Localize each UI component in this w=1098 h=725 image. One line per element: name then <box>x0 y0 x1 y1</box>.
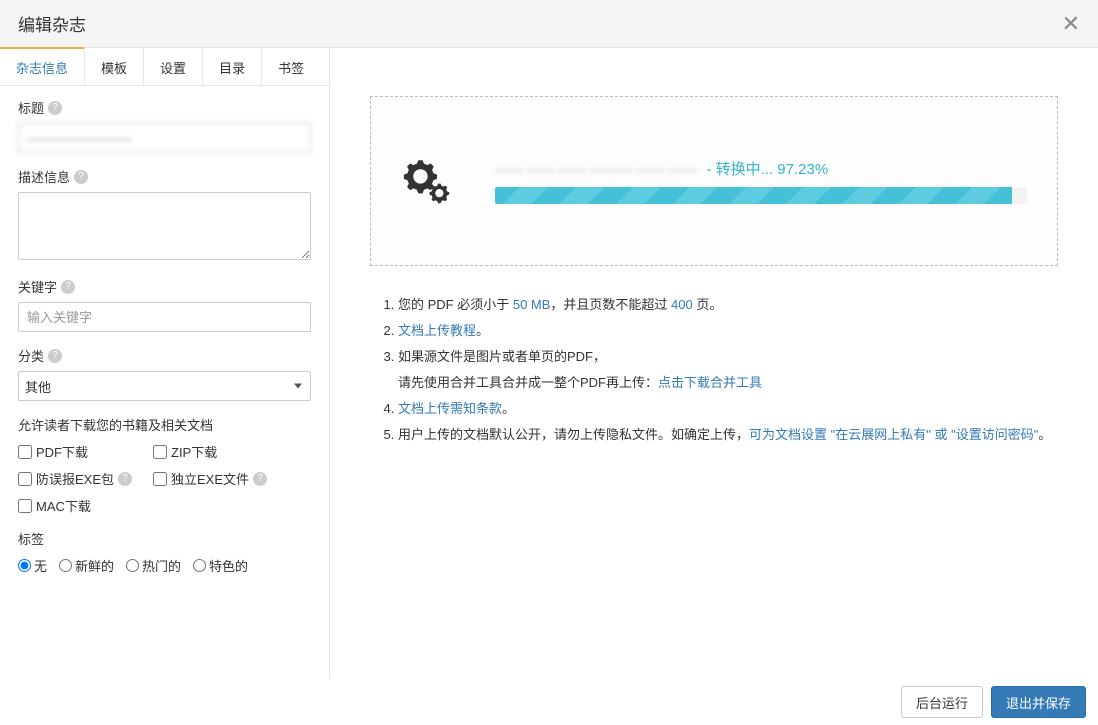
category-label: 分类 <box>18 346 44 365</box>
help-icon[interactable]: ? <box>253 472 267 486</box>
dialog-footer: 后台运行 退出并保存 <box>0 678 1098 725</box>
main-panel: —— —— —— ——— —— —— - 转换中... 97.23% 您的 PD… <box>330 48 1098 678</box>
close-icon[interactable]: ✕ <box>1062 13 1080 35</box>
terms-link[interactable]: 文档上传需知条款 <box>398 401 502 416</box>
description-label: 描述信息 <box>18 167 70 186</box>
keyword-label: 关键字 <box>18 277 57 296</box>
radio-tag-hot[interactable]: 热门的 <box>126 556 181 575</box>
upload-notes: 您的 PDF 必须小于 50 MB，并且页数不能超过 400 页。 文档上传教程… <box>370 292 1058 448</box>
dialog-title: 编辑杂志 <box>18 11 86 36</box>
checkbox-pdf-download[interactable]: PDF下载 <box>18 442 153 461</box>
conversion-status: - 转换中... 97.23% <box>706 158 828 179</box>
keyword-input[interactable] <box>18 302 311 332</box>
sidebar: 杂志信息 模板 设置 目录 书签 标题 ? 描述信息 ? <box>0 48 330 678</box>
radio-input[interactable] <box>59 559 72 572</box>
description-input[interactable] <box>18 192 311 260</box>
upload-tutorial-link[interactable]: 文档上传教程 <box>398 323 476 338</box>
privacy-settings-link[interactable]: 可为文档设置 "在云展网上私有" 或 "设置访问密码" <box>749 427 1038 442</box>
help-icon[interactable]: ? <box>61 280 75 294</box>
help-icon[interactable]: ? <box>48 101 62 115</box>
progress-bar <box>495 187 1027 204</box>
tab-bookmark[interactable]: 书签 <box>262 48 320 86</box>
checkbox-input[interactable] <box>153 445 167 459</box>
category-value: 其他 <box>25 377 51 396</box>
dialog-header: 编辑杂志 ✕ <box>0 0 1098 48</box>
radio-tag-none[interactable]: 无 <box>18 556 47 575</box>
checkbox-zip-download[interactable]: ZIP下载 <box>153 442 288 461</box>
download-section-title: 允许读者下载您的书籍及相关文档 <box>18 415 311 434</box>
checkbox-input[interactable] <box>153 472 167 486</box>
progress-bar-fill <box>495 187 1012 204</box>
checkbox-input[interactable] <box>18 499 32 513</box>
processing-icon <box>401 153 455 210</box>
size-limit-link[interactable]: 50 MB <box>513 297 551 312</box>
checkbox-input[interactable] <box>18 472 32 486</box>
run-background-button[interactable]: 后台运行 <box>901 686 983 718</box>
checkbox-input[interactable] <box>18 445 32 459</box>
note-item: 文档上传教程。 <box>398 318 1058 344</box>
tab-settings[interactable]: 设置 <box>144 48 203 86</box>
checkbox-antivirus-exe[interactable]: 防误报EXE包 ? <box>18 469 153 488</box>
gears-icon <box>401 153 455 207</box>
category-select[interactable]: 其他 <box>18 371 311 401</box>
page-limit-link[interactable]: 400 <box>671 297 693 312</box>
upload-filename: —— —— —— ——— —— —— <box>495 161 696 177</box>
radio-input[interactable] <box>193 559 206 572</box>
tab-magazine-info[interactable]: 杂志信息 <box>0 47 85 85</box>
radio-tag-featured[interactable]: 特色的 <box>193 556 248 575</box>
upload-dropzone: —— —— —— ——— —— —— - 转换中... 97.23% <box>370 96 1058 266</box>
tab-bar: 杂志信息 模板 设置 目录 书签 <box>0 48 329 86</box>
help-icon[interactable]: ? <box>74 170 88 184</box>
title-input[interactable] <box>18 123 311 153</box>
help-icon[interactable]: ? <box>48 349 62 363</box>
help-icon[interactable]: ? <box>118 472 132 486</box>
title-label: 标题 <box>18 98 44 117</box>
exit-save-button[interactable]: 退出并保存 <box>991 686 1086 718</box>
note-item: 如果源文件是图片或者单页的PDF， 请先使用合并工具合并成一整个PDF再上传：点… <box>398 344 1058 396</box>
note-item: 您的 PDF 必须小于 50 MB，并且页数不能超过 400 页。 <box>398 292 1058 318</box>
checkbox-mac-download[interactable]: MAC下载 <box>18 496 153 515</box>
radio-input[interactable] <box>126 559 139 572</box>
note-item: 文档上传需知条款。 <box>398 396 1058 422</box>
checkbox-standalone-exe[interactable]: 独立EXE文件 ? <box>153 469 288 488</box>
merge-tool-link[interactable]: 点击下载合并工具 <box>658 375 762 390</box>
tab-toc[interactable]: 目录 <box>203 48 262 86</box>
tab-template[interactable]: 模板 <box>85 48 144 86</box>
note-item: 用户上传的文档默认公开，请勿上传隐私文件。如确定上传，可为文档设置 "在云展网上… <box>398 422 1058 448</box>
tags-label: 标签 <box>18 529 311 548</box>
radio-input[interactable] <box>18 559 31 572</box>
radio-tag-fresh[interactable]: 新鲜的 <box>59 556 114 575</box>
